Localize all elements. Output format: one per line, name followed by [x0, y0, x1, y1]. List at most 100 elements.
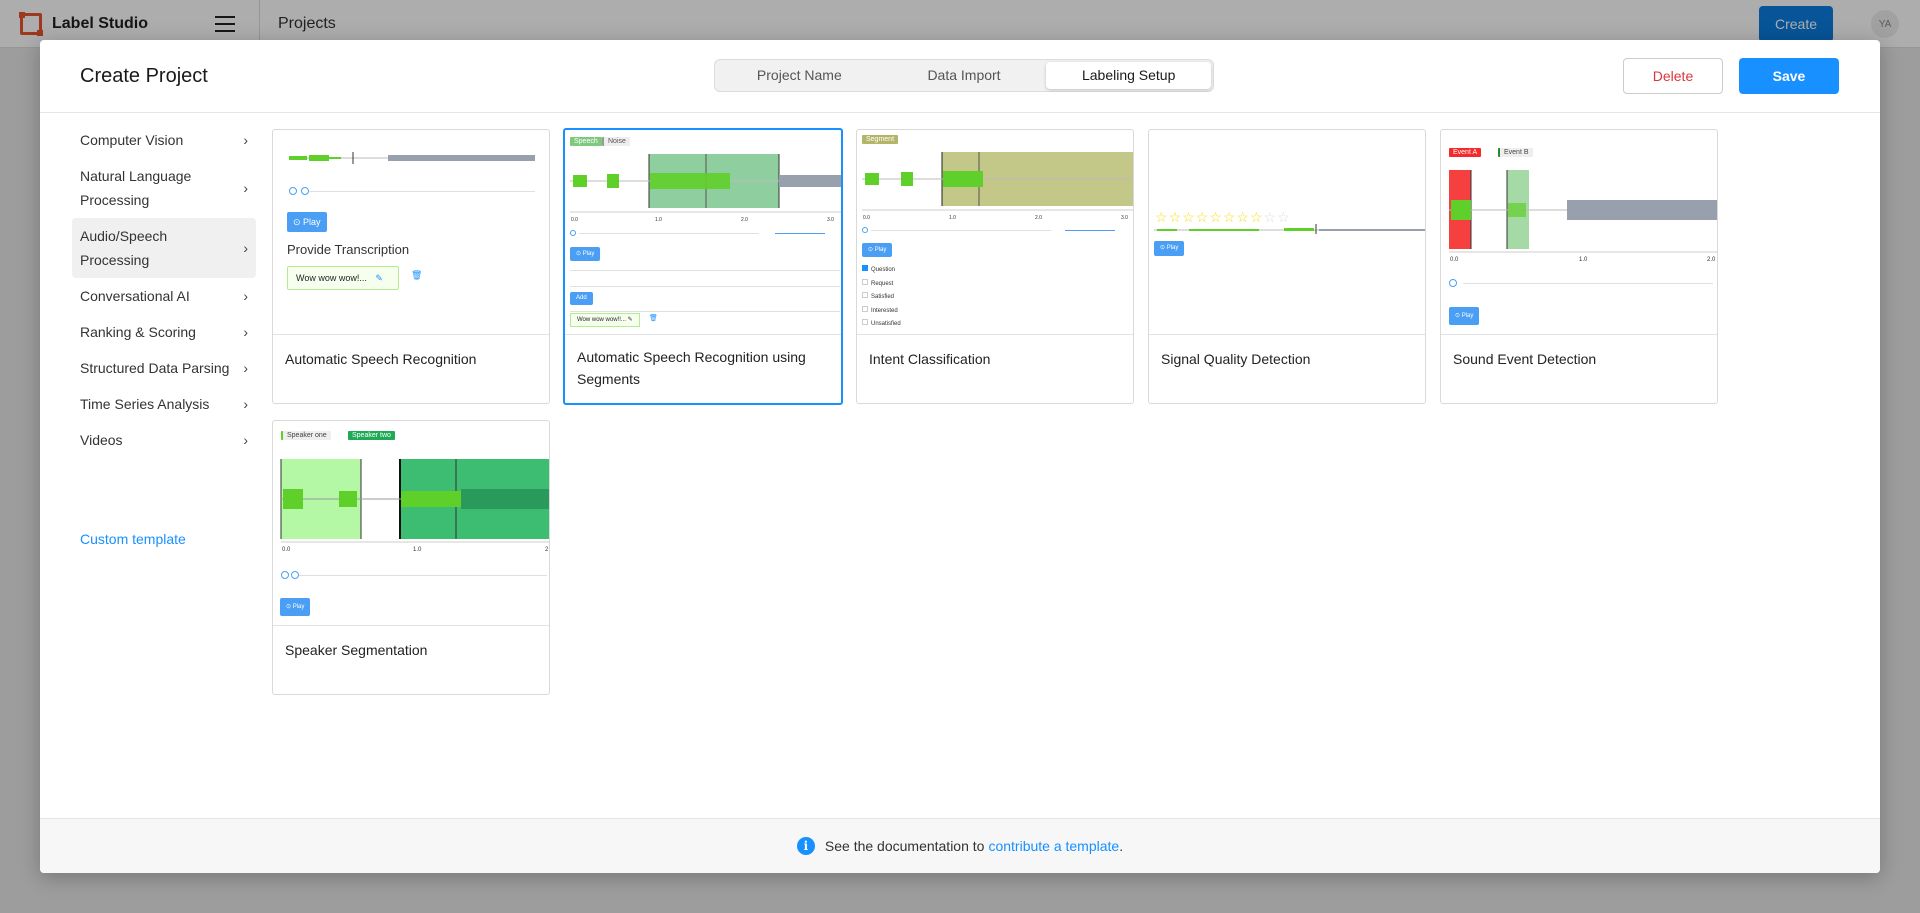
sidebar-item-videos[interactable]: Videos ›: [72, 422, 256, 458]
star-icon: ☆: [1168, 209, 1183, 225]
template-preview: ⊙ Play Provide Transcription Wow wow wow…: [273, 130, 549, 335]
sidebar-item-ranking-scoring[interactable]: Ranking & Scoring ›: [72, 314, 256, 350]
template-card-sound-event[interactable]: Event A Event B 0.0 1.0 2.0 ⊙ Play Sound…: [1440, 129, 1718, 404]
create-project-modal: Create Project Project Name Data Import …: [40, 40, 1880, 873]
zoom-slider-track: [579, 233, 759, 234]
play-button: ⊙ Play: [280, 598, 311, 616]
zoom-slider-track: [309, 191, 535, 192]
svg-text:0.0: 0.0: [571, 217, 578, 223]
zoom-icon: [1449, 279, 1457, 287]
svg-text:0.0: 0.0: [1450, 257, 1459, 263]
template-preview: Speaker one Speaker two 0.0 1.0 2 ⊙ Play: [273, 421, 549, 626]
tab-project-name[interactable]: Project Name: [717, 62, 882, 89]
zoom-slider-track: [1463, 283, 1713, 284]
svg-text:1.0: 1.0: [655, 217, 662, 223]
choice-item: Satisfied: [862, 291, 901, 305]
label-tag: Speaker two: [348, 431, 395, 440]
sidebar-item-conversational-ai[interactable]: Conversational AI ›: [72, 278, 256, 314]
sidebar-item-label: Conversational AI: [80, 288, 190, 304]
footer-suffix: .: [1119, 838, 1124, 854]
svg-text:3.0: 3.0: [1121, 215, 1128, 221]
label-tag: Event A: [1449, 148, 1482, 157]
wizard-tabs: Project Name Data Import Labeling Setup: [714, 59, 1214, 92]
label-tag: Event B: [1498, 148, 1533, 157]
play-button: ⊙ Play: [1449, 307, 1480, 325]
tab-data-import[interactable]: Data Import: [882, 62, 1047, 89]
footer-text: See the documentation to: [824, 838, 985, 854]
svg-text:1.0: 1.0: [949, 215, 956, 221]
chevron-right-icon: ›: [243, 240, 248, 256]
trash-icon: 🗑: [649, 315, 658, 322]
svg-text:3.0: 3.0: [827, 217, 834, 223]
save-button[interactable]: Save: [1739, 58, 1839, 94]
volume-slider: [775, 233, 825, 234]
template-category-sidebar: Computer Vision › Natural Language Proces…: [72, 122, 256, 458]
play-button: ⊙ Play: [1154, 241, 1185, 256]
template-title: Intent Classification: [869, 351, 991, 367]
template-card-intent-classification[interactable]: Segment 0.0 1.0 2.0 3.0 ⊙ Play Question: [856, 129, 1134, 404]
sidebar-item-label: Natural Language Processing: [80, 168, 192, 208]
template-preview: Speech Noise 0.0 1.0 2.0 3.0 ⊙ Play Add …: [565, 130, 841, 335]
svg-text:0.0: 0.0: [282, 547, 291, 553]
sidebar-item-computer-vision[interactable]: Computer Vision ›: [72, 122, 256, 158]
contribute-template-link[interactable]: contribute a template: [988, 838, 1119, 854]
zoom-slider-track: [299, 575, 547, 576]
chevron-right-icon: ›: [243, 324, 248, 340]
zoom-icon: [289, 187, 297, 195]
template-card-speaker-segmentation[interactable]: Speaker one Speaker two 0.0 1.0 2 ⊙ Play…: [272, 420, 550, 695]
modal-footer: i See the documentation to contribute a …: [40, 818, 1880, 873]
svg-text:0.0: 0.0: [863, 215, 870, 221]
sidebar-item-label: Audio/Speech Processing: [80, 228, 168, 268]
sidebar-item-label: Ranking & Scoring: [80, 324, 196, 340]
trash-icon: 🗑: [411, 270, 423, 280]
delete-button[interactable]: Delete: [1623, 58, 1723, 94]
svg-text:2.0: 2.0: [1707, 257, 1716, 263]
play-button: ⊙ Play: [570, 247, 601, 261]
volume-slider: [1065, 230, 1115, 231]
zoom-icon: [281, 571, 289, 579]
svg-text:2: 2: [545, 547, 549, 553]
template-preview: ☆☆☆☆☆☆☆☆☆☆ ⊙ Play: [1149, 130, 1425, 335]
info-icon: i: [796, 837, 815, 855]
template-title: Signal Quality Detection: [1161, 351, 1311, 367]
template-preview: Segment 0.0 1.0 2.0 3.0 ⊙ Play Question: [857, 130, 1133, 335]
add-button: Add: [570, 292, 593, 305]
waveform-graphic: 0.0 1.0 2.0 3.0: [570, 154, 841, 223]
template-card-asr[interactable]: ⊙ Play Provide Transcription Wow wow wow…: [272, 129, 550, 404]
star-icon: ☆: [1195, 209, 1210, 225]
label-tag: Speaker one: [281, 431, 331, 440]
tab-labeling-setup[interactable]: Labeling Setup: [1046, 62, 1212, 89]
sidebar-item-audio-speech[interactable]: Audio/Speech Processing ›: [72, 218, 256, 278]
custom-template-link[interactable]: Custom template: [80, 531, 186, 547]
star-icon: ☆: [1236, 209, 1250, 225]
svg-text:1.0: 1.0: [1579, 257, 1588, 263]
waveform-graphic: 0.0 1.0 2: [280, 459, 549, 553]
choice-item: Unsatisfied: [862, 318, 901, 332]
divider: [570, 286, 840, 287]
sidebar-item-nlp[interactable]: Natural Language Processing ›: [72, 158, 256, 218]
chevron-right-icon: ›: [243, 180, 248, 196]
waveform-graphic: 0.0 1.0 2.0 3.0: [862, 152, 1133, 221]
star-icon: ☆: [1155, 209, 1169, 225]
preview-heading: Provide Transcription: [287, 242, 410, 257]
template-title: Automatic Speech Recognition: [285, 351, 477, 367]
sidebar-item-label: Computer Vision: [80, 132, 184, 148]
star-icon: ☆: [1277, 209, 1291, 225]
sidebar-item-time-series[interactable]: Time Series Analysis ›: [72, 386, 256, 422]
star-icon: ☆: [1209, 209, 1223, 225]
play-button: ⊙ Play: [287, 212, 327, 232]
modal-title: Create Project: [80, 65, 208, 87]
chevron-right-icon: ›: [243, 396, 248, 412]
divider: [570, 311, 840, 312]
waveform-graphic: 0.0 1.0 2.0: [1449, 170, 1717, 263]
sidebar-item-label: Videos: [80, 432, 123, 448]
transcription-text-region: Wow wow wow!!... ✎: [570, 313, 640, 327]
svg-text:1.0: 1.0: [413, 547, 422, 553]
template-card-signal-quality[interactable]: ☆☆☆☆☆☆☆☆☆☆ ⊙ Play Signal Quality Detecti…: [1148, 129, 1426, 404]
divider: [570, 270, 840, 271]
template-card-asr-segments[interactable]: Speech Noise 0.0 1.0 2.0 3.0 ⊙ Play Add …: [563, 128, 843, 405]
sidebar-item-structured-data[interactable]: Structured Data Parsing ›: [72, 350, 256, 386]
zoom-icon: [862, 227, 868, 233]
label-tag: Speech: [570, 137, 602, 146]
template-title: Speaker Segmentation: [285, 642, 428, 658]
